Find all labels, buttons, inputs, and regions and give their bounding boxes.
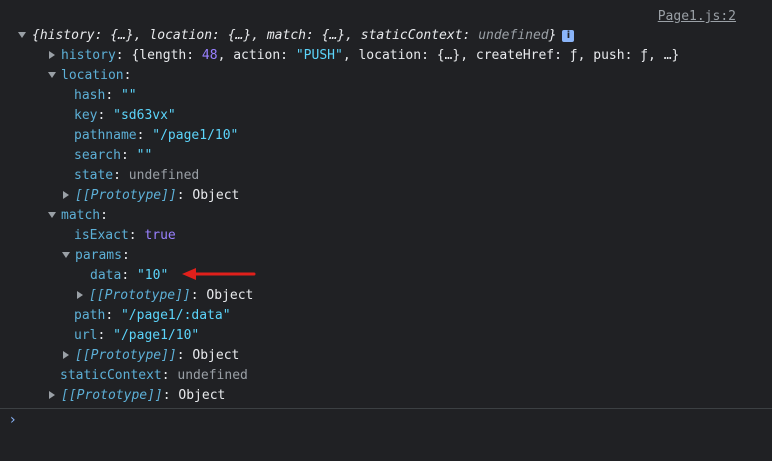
collapse-caret-icon[interactable] [48,71,56,78]
match-prototype-row[interactable]: [[Prototype]]: Object [62,346,239,366]
annotation-arrow-icon [182,268,256,280]
expand-caret-icon[interactable] [49,390,55,399]
match-url-row: url: "/page1/10" [74,328,200,343]
expand-caret-icon[interactable] [63,350,69,359]
match-row[interactable]: match: [48,206,108,226]
match-params-row[interactable]: params: [62,246,130,266]
history-action: "PUSH" [295,48,343,63]
source-file-link[interactable]: Page1.js:2 [658,8,736,26]
console-divider [0,408,772,409]
history-length: 48 [201,48,218,63]
location-hash-row: hash: "" [74,88,137,103]
location-prototype-row[interactable]: [[Prototype]]: Object [62,186,239,206]
expand-caret-icon[interactable] [49,50,55,59]
location-pathname-row: pathname: "/page1/10" [74,128,239,143]
expand-caret-icon[interactable] [63,190,69,199]
history-row[interactable]: history: {length: 48, action: "PUSH", lo… [48,46,679,66]
console-prompt-icon[interactable]: › [10,410,16,430]
expand-caret-icon[interactable] [77,290,83,299]
location-row[interactable]: location: [48,66,131,86]
params-data-row: data: "10" [90,268,169,283]
collapse-caret-icon[interactable] [48,211,56,218]
collapse-caret-icon[interactable] [62,251,70,258]
match-path-row: path: "/page1/:data" [74,308,231,323]
location-state-row: state: undefined [74,168,200,183]
root-prototype-row[interactable]: [[Prototype]]: Object [48,386,225,406]
match-isexact-row: isExact: true [74,228,176,243]
params-prototype-row[interactable]: [[Prototype]]: Object [76,286,253,306]
object-summary: {history: {…}, location: {…}, match: {…}… [32,28,557,43]
staticcontext-row: staticContext: undefined [60,368,248,383]
location-search-row: search: "" [74,148,153,163]
object-summary-row[interactable]: {history: {…}, location: {…}, match: {…}… [18,26,575,46]
location-key-row: key: "sd63vx" [74,108,176,123]
expand-caret-icon[interactable] [18,32,26,38]
info-icon[interactable]: i [562,29,575,42]
